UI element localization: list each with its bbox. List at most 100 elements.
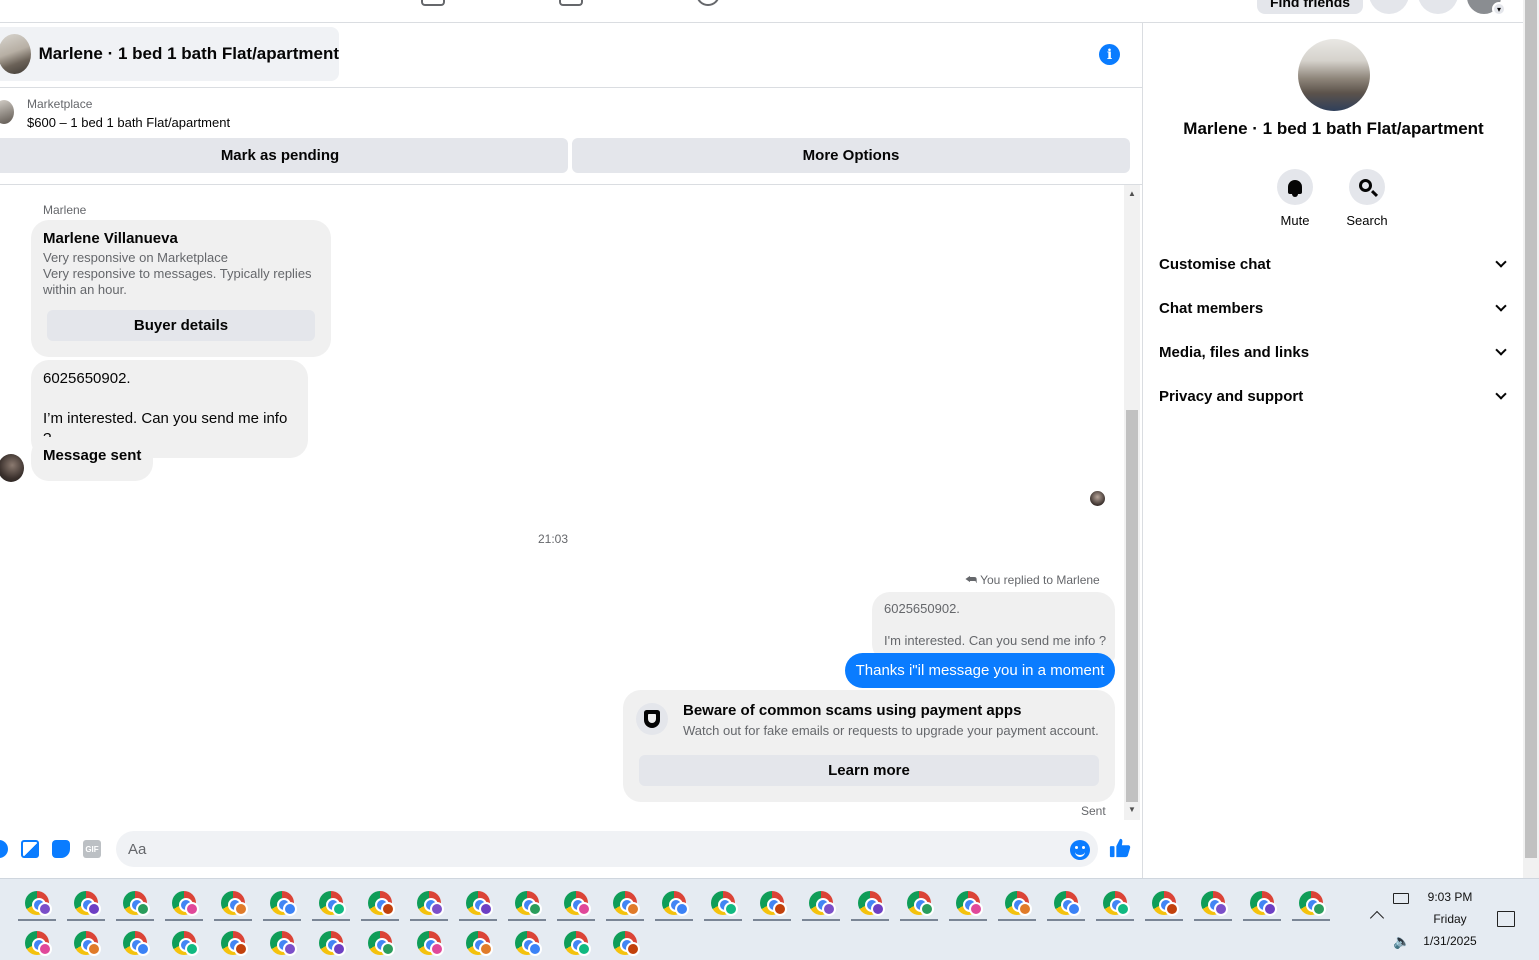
notification-center-icon[interactable] [1497,911,1515,927]
page-scrollbar[interactable] [1523,0,1539,878]
info-icon[interactable]: i [1099,44,1120,65]
profile-badge-icon [136,902,150,916]
profile-badge-icon [1214,902,1228,916]
section-media-files-links[interactable]: Media, files and links [1159,334,1509,370]
gif-icon[interactable]: GIF [83,840,101,858]
taskbar-chrome-button[interactable] [504,883,550,921]
taskbar-chrome-button[interactable] [1288,883,1334,921]
marketplace-nav-icon[interactable] [421,0,445,6]
sender-avatar[interactable] [0,454,24,482]
clock-time[interactable]: 9:03 PM [1420,890,1480,904]
find-friends-button[interactable]: Find friends [1257,0,1363,14]
scam-warning-title: Beware of common scams using payment app… [683,702,1022,719]
taskbar-chrome-button[interactable] [798,883,844,921]
taskbar-chrome-button[interactable] [553,923,599,960]
scroll-down-arrow-icon[interactable]: ▼ [1128,805,1136,814]
taskbar-chrome-button[interactable] [308,883,354,921]
section-chat-members[interactable]: Chat members [1159,290,1509,326]
chat-header: Marlene · 1 bed 1 bath Flat/apartment i [0,23,1142,88]
emoji-icon[interactable] [1070,840,1090,860]
message-input[interactable] [116,831,1098,867]
taskbar-chrome-button[interactable] [357,883,403,921]
show-hidden-icons-icon[interactable] [1369,910,1385,926]
taskbar-chrome-button[interactable] [602,883,648,921]
taskbar-chrome-button[interactable] [504,923,550,960]
taskbar-chrome-button[interactable] [896,883,942,921]
profile-badge-icon [38,942,52,956]
taskbar-chrome-button[interactable] [112,923,158,960]
profile-badge-icon [724,902,738,916]
listing-title[interactable]: $600 – 1 bed 1 bath Flat/apartment [27,115,230,130]
search-button[interactable]: Search [1337,169,1397,228]
message-list[interactable]: Marlene Marlene Villanueva Very responsi… [0,185,1122,820]
taskbar-chrome-button[interactable] [112,883,158,921]
buyer-details-button[interactable]: Buyer details [47,310,315,341]
groups-nav-icon[interactable] [559,0,583,6]
taskbar-chrome-button[interactable] [847,883,893,921]
section-customise-chat[interactable]: Customise chat [1159,246,1509,282]
taskbar-chrome-button[interactable] [602,923,648,960]
taskbar-chrome-button[interactable] [308,923,354,960]
notifications-icon[interactable] [1418,0,1458,14]
menu-grid-icon[interactable] [1369,0,1409,14]
gaming-nav-icon[interactable] [696,0,720,6]
taskbar-chrome-button[interactable] [945,883,991,921]
plus-icon[interactable] [0,840,8,858]
taskbar-chrome-button[interactable] [553,883,599,921]
scroll-up-arrow-icon[interactable]: ▲ [1128,189,1136,198]
taskbar-chrome-button[interactable] [406,923,452,960]
taskbar-chrome-button[interactable] [63,883,109,921]
taskbar-chrome-button[interactable] [63,923,109,960]
taskbar-chrome-button[interactable] [14,923,60,960]
taskbar-chrome-button[interactable] [406,883,452,921]
taskbar-chrome-button[interactable] [357,923,403,960]
section-label: Privacy and support [1159,387,1304,405]
thumbs-up-icon[interactable] [1109,837,1131,859]
reply-arrow-icon: ⮪ [965,572,978,587]
taskbar-chrome-button[interactable] [210,883,256,921]
taskbar-chrome-button[interactable] [651,883,697,921]
incoming-message[interactable]: Message sent [31,437,154,481]
taskbar-chrome-button[interactable] [259,923,305,960]
profile-badge-icon [234,902,248,916]
buyer-name[interactable]: Marlene Villanueva [43,230,178,247]
chat-title-button[interactable]: Marlene · 1 bed 1 bath Flat/apartment [0,27,339,81]
taskbar-chrome-button[interactable] [161,923,207,960]
page-scrollbar-thumb[interactable] [1525,0,1537,858]
profile-badge-icon [332,902,346,916]
clock-date[interactable]: 1/31/2025 [1415,934,1485,948]
network-icon[interactable] [1393,893,1409,904]
quoted-message[interactable]: 6025650902. I'm interested. Can you send… [872,592,1115,662]
account-chevron-icon[interactable]: ▾ [1492,2,1506,16]
taskbar-chrome-button[interactable] [1092,883,1138,921]
taskbar-chrome-button[interactable] [749,883,795,921]
more-options-button[interactable]: More Options [572,138,1130,173]
outgoing-message[interactable]: Thanks i"il message you in a moment [845,653,1115,688]
taskbar-chrome-button[interactable] [700,883,746,921]
taskbar-chrome-button[interactable] [210,923,256,960]
section-privacy-support[interactable]: Privacy and support [1159,378,1509,414]
taskbar-chrome-button[interactable] [1043,883,1089,921]
volume-icon[interactable]: 🔈 [1393,933,1410,950]
listing-photo[interactable] [1298,39,1370,111]
taskbar-chrome-button[interactable] [161,883,207,921]
taskbar-chrome-button[interactable] [1141,883,1187,921]
attach-photo-icon[interactable] [21,840,39,858]
taskbar-chrome-button[interactable] [1239,883,1285,921]
marketplace-listing-bar: Marketplace $600 – 1 bed 1 bath Flat/apa… [0,88,1142,185]
taskbar-chrome-button[interactable] [14,883,60,921]
mute-button[interactable]: Mute [1265,169,1325,228]
mark-as-pending-button[interactable]: Mark as pending [0,138,568,173]
scrollbar-thumb[interactable] [1126,410,1138,802]
taskbar-chrome-button[interactable] [994,883,1040,921]
profile-badge-icon [871,902,885,916]
message-list-scrollbar[interactable]: ▲ ▼ [1124,185,1140,820]
clock-day[interactable]: Friday [1420,912,1480,926]
learn-more-button[interactable]: Learn more [639,755,1099,786]
sticker-icon[interactable] [52,840,70,858]
taskbar-chrome-button[interactable] [1190,883,1236,921]
taskbar-chrome-button[interactable] [259,883,305,921]
taskbar-chrome-button[interactable] [455,883,501,921]
profile-badge-icon [1018,902,1032,916]
taskbar-chrome-button[interactable] [455,923,501,960]
